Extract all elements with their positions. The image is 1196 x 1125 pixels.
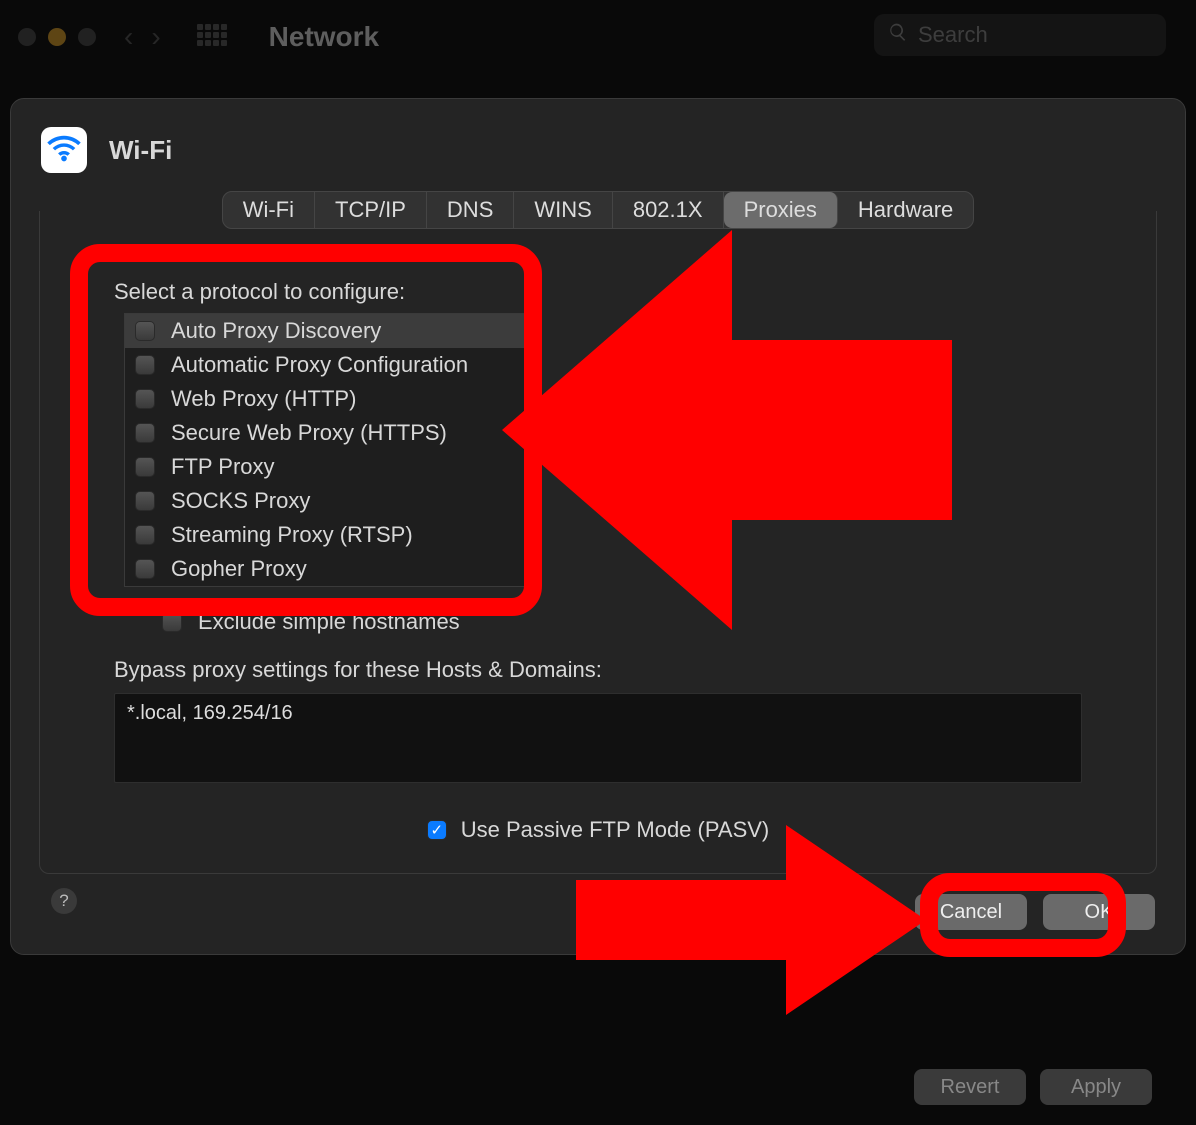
pasv-checkbox[interactable] (427, 820, 447, 840)
advanced-sheet: Wi-Fi Wi-FiTCP/IPDNSWINS802.1XProxiesHar… (10, 98, 1186, 955)
protocol-checkbox[interactable] (135, 389, 155, 409)
protocol-checkbox[interactable] (135, 559, 155, 579)
bypass-textarea[interactable]: *.local, 169.254/16 (114, 693, 1082, 783)
bypass-value: *.local, 169.254/16 (127, 702, 293, 724)
proxies-panel: Select a protocol to configure: Auto Pro… (39, 211, 1157, 874)
close-dot[interactable] (18, 28, 36, 46)
exclude-checkbox[interactable] (162, 612, 182, 632)
protocol-label: SOCKS Proxy (171, 488, 310, 514)
bypass-label: Bypass proxy settings for these Hosts & … (40, 635, 1156, 693)
exclude-hostnames-row[interactable]: Exclude simple hostnames (40, 587, 1156, 635)
apply-button[interactable]: Apply (1040, 1069, 1152, 1105)
pasv-label: Use Passive FTP Mode (PASV) (461, 817, 770, 843)
protocol-row[interactable]: Auto Proxy Discovery (125, 314, 538, 348)
back-icon[interactable]: ‹ (124, 21, 133, 53)
protocol-row[interactable]: FTP Proxy (125, 450, 538, 484)
forward-icon[interactable]: › (151, 21, 160, 53)
protocol-checkbox[interactable] (135, 355, 155, 375)
protocol-checkbox[interactable] (135, 321, 155, 341)
help-button[interactable]: ? (51, 888, 77, 914)
protocol-label: Select a protocol to configure: (40, 269, 1156, 313)
search-field[interactable]: Search (874, 14, 1166, 56)
protocol-checkbox[interactable] (135, 491, 155, 511)
service-name: Wi-Fi (109, 135, 172, 166)
window-title: Network (269, 21, 379, 53)
protocol-label: Auto Proxy Discovery (171, 318, 381, 344)
protocol-row[interactable]: SOCKS Proxy (125, 484, 538, 518)
protocol-label: Web Proxy (HTTP) (171, 386, 356, 412)
cancel-button[interactable]: Cancel (915, 894, 1027, 930)
protocol-checkbox[interactable] (135, 525, 155, 545)
window-controls[interactable] (18, 28, 96, 46)
window-titlebar: ‹ › Network Search (0, 0, 1196, 74)
protocol-label: Secure Web Proxy (HTTPS) (171, 420, 447, 446)
protocol-row[interactable]: Automatic Proxy Configuration (125, 348, 538, 382)
protocol-label: Streaming Proxy (RTSP) (171, 522, 413, 548)
app-grid-icon[interactable] (197, 24, 231, 50)
protocol-row[interactable]: Streaming Proxy (RTSP) (125, 518, 538, 552)
protocol-checkbox[interactable] (135, 423, 155, 443)
ok-button[interactable]: OK (1043, 894, 1155, 930)
protocol-list[interactable]: Auto Proxy Discovery Automatic Proxy Conf… (124, 313, 539, 587)
exclude-label: Exclude simple hostnames (198, 609, 460, 635)
protocol-row[interactable]: Web Proxy (HTTP) (125, 382, 538, 416)
search-placeholder: Search (918, 22, 988, 48)
search-icon (888, 22, 908, 48)
protocol-row[interactable]: Secure Web Proxy (HTTPS) (125, 416, 538, 450)
protocol-label: Automatic Proxy Configuration (171, 352, 468, 378)
revert-button[interactable]: Revert (914, 1069, 1026, 1105)
protocol-row[interactable]: Gopher Proxy (125, 552, 538, 586)
protocol-checkbox[interactable] (135, 457, 155, 477)
protocol-label: FTP Proxy (171, 454, 275, 480)
zoom-dot[interactable] (78, 28, 96, 46)
protocol-label: Gopher Proxy (171, 556, 307, 582)
nav-arrows: ‹ › (124, 21, 161, 53)
pasv-row[interactable]: Use Passive FTP Mode (PASV) (40, 783, 1156, 843)
window-footer-buttons: Revert Apply (914, 1069, 1152, 1105)
wifi-icon (41, 127, 87, 173)
minimize-dot[interactable] (48, 28, 66, 46)
